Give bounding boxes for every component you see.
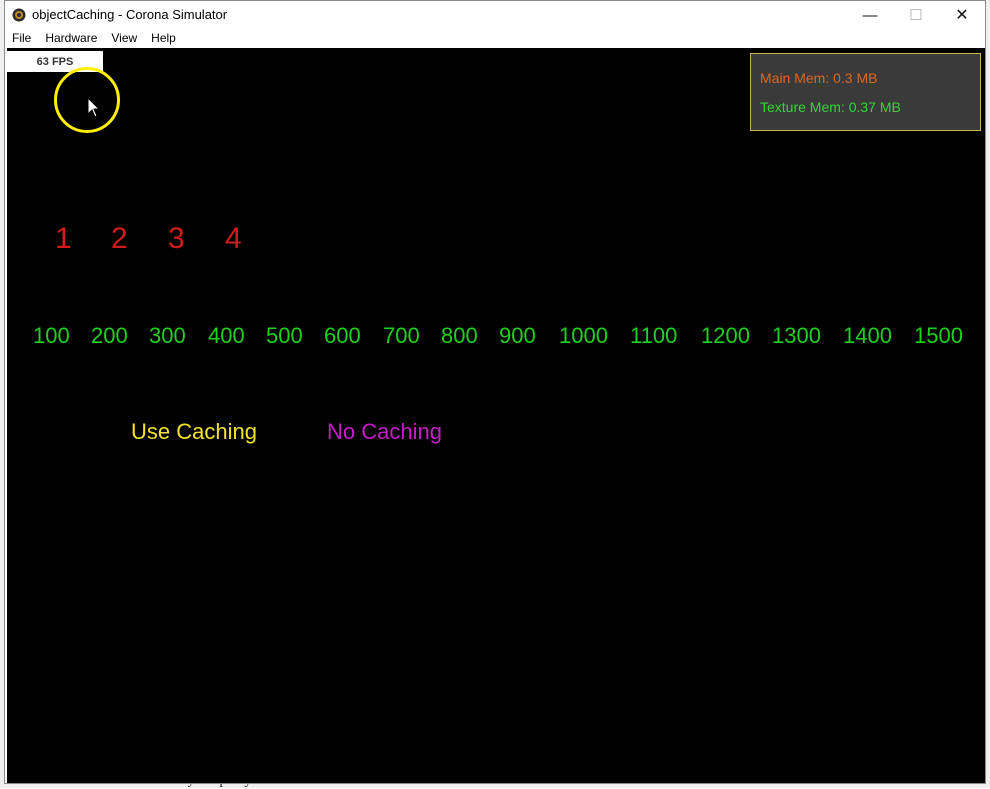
main-memory-readout: Main Mem: 0.3 MB: [760, 70, 878, 86]
menu-help[interactable]: Help: [144, 30, 183, 46]
menu-file[interactable]: File: [5, 30, 38, 46]
corona-app-icon: [12, 8, 26, 22]
close-button[interactable]: ✕: [939, 1, 985, 29]
count-option-800[interactable]: 800: [441, 323, 478, 349]
menu-hardware[interactable]: Hardware: [38, 30, 104, 46]
count-option-200[interactable]: 200: [91, 323, 128, 349]
maximize-button[interactable]: ☐: [893, 1, 939, 29]
menu-view[interactable]: View: [104, 30, 144, 46]
close-icon: ✕: [955, 7, 969, 24]
count-option-400[interactable]: 400: [208, 323, 245, 349]
count-option-1500[interactable]: 1500: [914, 323, 963, 349]
count-option-600[interactable]: 600: [324, 323, 361, 349]
count-option-900[interactable]: 900: [499, 323, 536, 349]
count-option-700[interactable]: 700: [383, 323, 420, 349]
count-option-1300[interactable]: 1300: [772, 323, 821, 349]
count-option-300[interactable]: 300: [149, 323, 186, 349]
use-caching-button[interactable]: Use Caching: [131, 419, 257, 445]
mouse-pointer-icon: [87, 97, 101, 118]
count-option-3[interactable]: 3: [168, 222, 185, 256]
count-option-1[interactable]: 1: [55, 222, 72, 256]
count-option-1200[interactable]: 1200: [701, 323, 750, 349]
count-option-4[interactable]: 4: [225, 222, 242, 256]
count-option-2[interactable]: 2: [111, 222, 128, 256]
count-option-1000[interactable]: 1000: [559, 323, 608, 349]
menu-bar: File Hardware View Help: [5, 29, 985, 47]
count-option-100[interactable]: 100: [33, 323, 70, 349]
simulator-window: objectCaching - Corona Simulator — ☐ ✕ F…: [4, 0, 986, 784]
memory-monitor: Main Mem: 0.3 MB Texture Mem: 0.37 MB: [750, 53, 981, 131]
simulator-screen[interactable]: 63 FPS Main Mem: 0.3 MB Texture Mem: 0.3…: [7, 48, 985, 783]
count-option-1100[interactable]: 1100: [630, 323, 677, 349]
minimize-icon: —: [862, 6, 878, 24]
maximize-icon: ☐: [909, 7, 923, 24]
texture-memory-readout: Texture Mem: 0.37 MB: [760, 99, 901, 115]
count-option-1400[interactable]: 1400: [843, 323, 892, 349]
minimize-button[interactable]: —: [847, 1, 893, 29]
count-option-500[interactable]: 500: [266, 323, 303, 349]
window-title: objectCaching - Corona Simulator: [32, 7, 228, 22]
title-bar[interactable]: objectCaching - Corona Simulator — ☐ ✕: [5, 1, 985, 29]
no-caching-button[interactable]: No Caching: [327, 419, 442, 445]
